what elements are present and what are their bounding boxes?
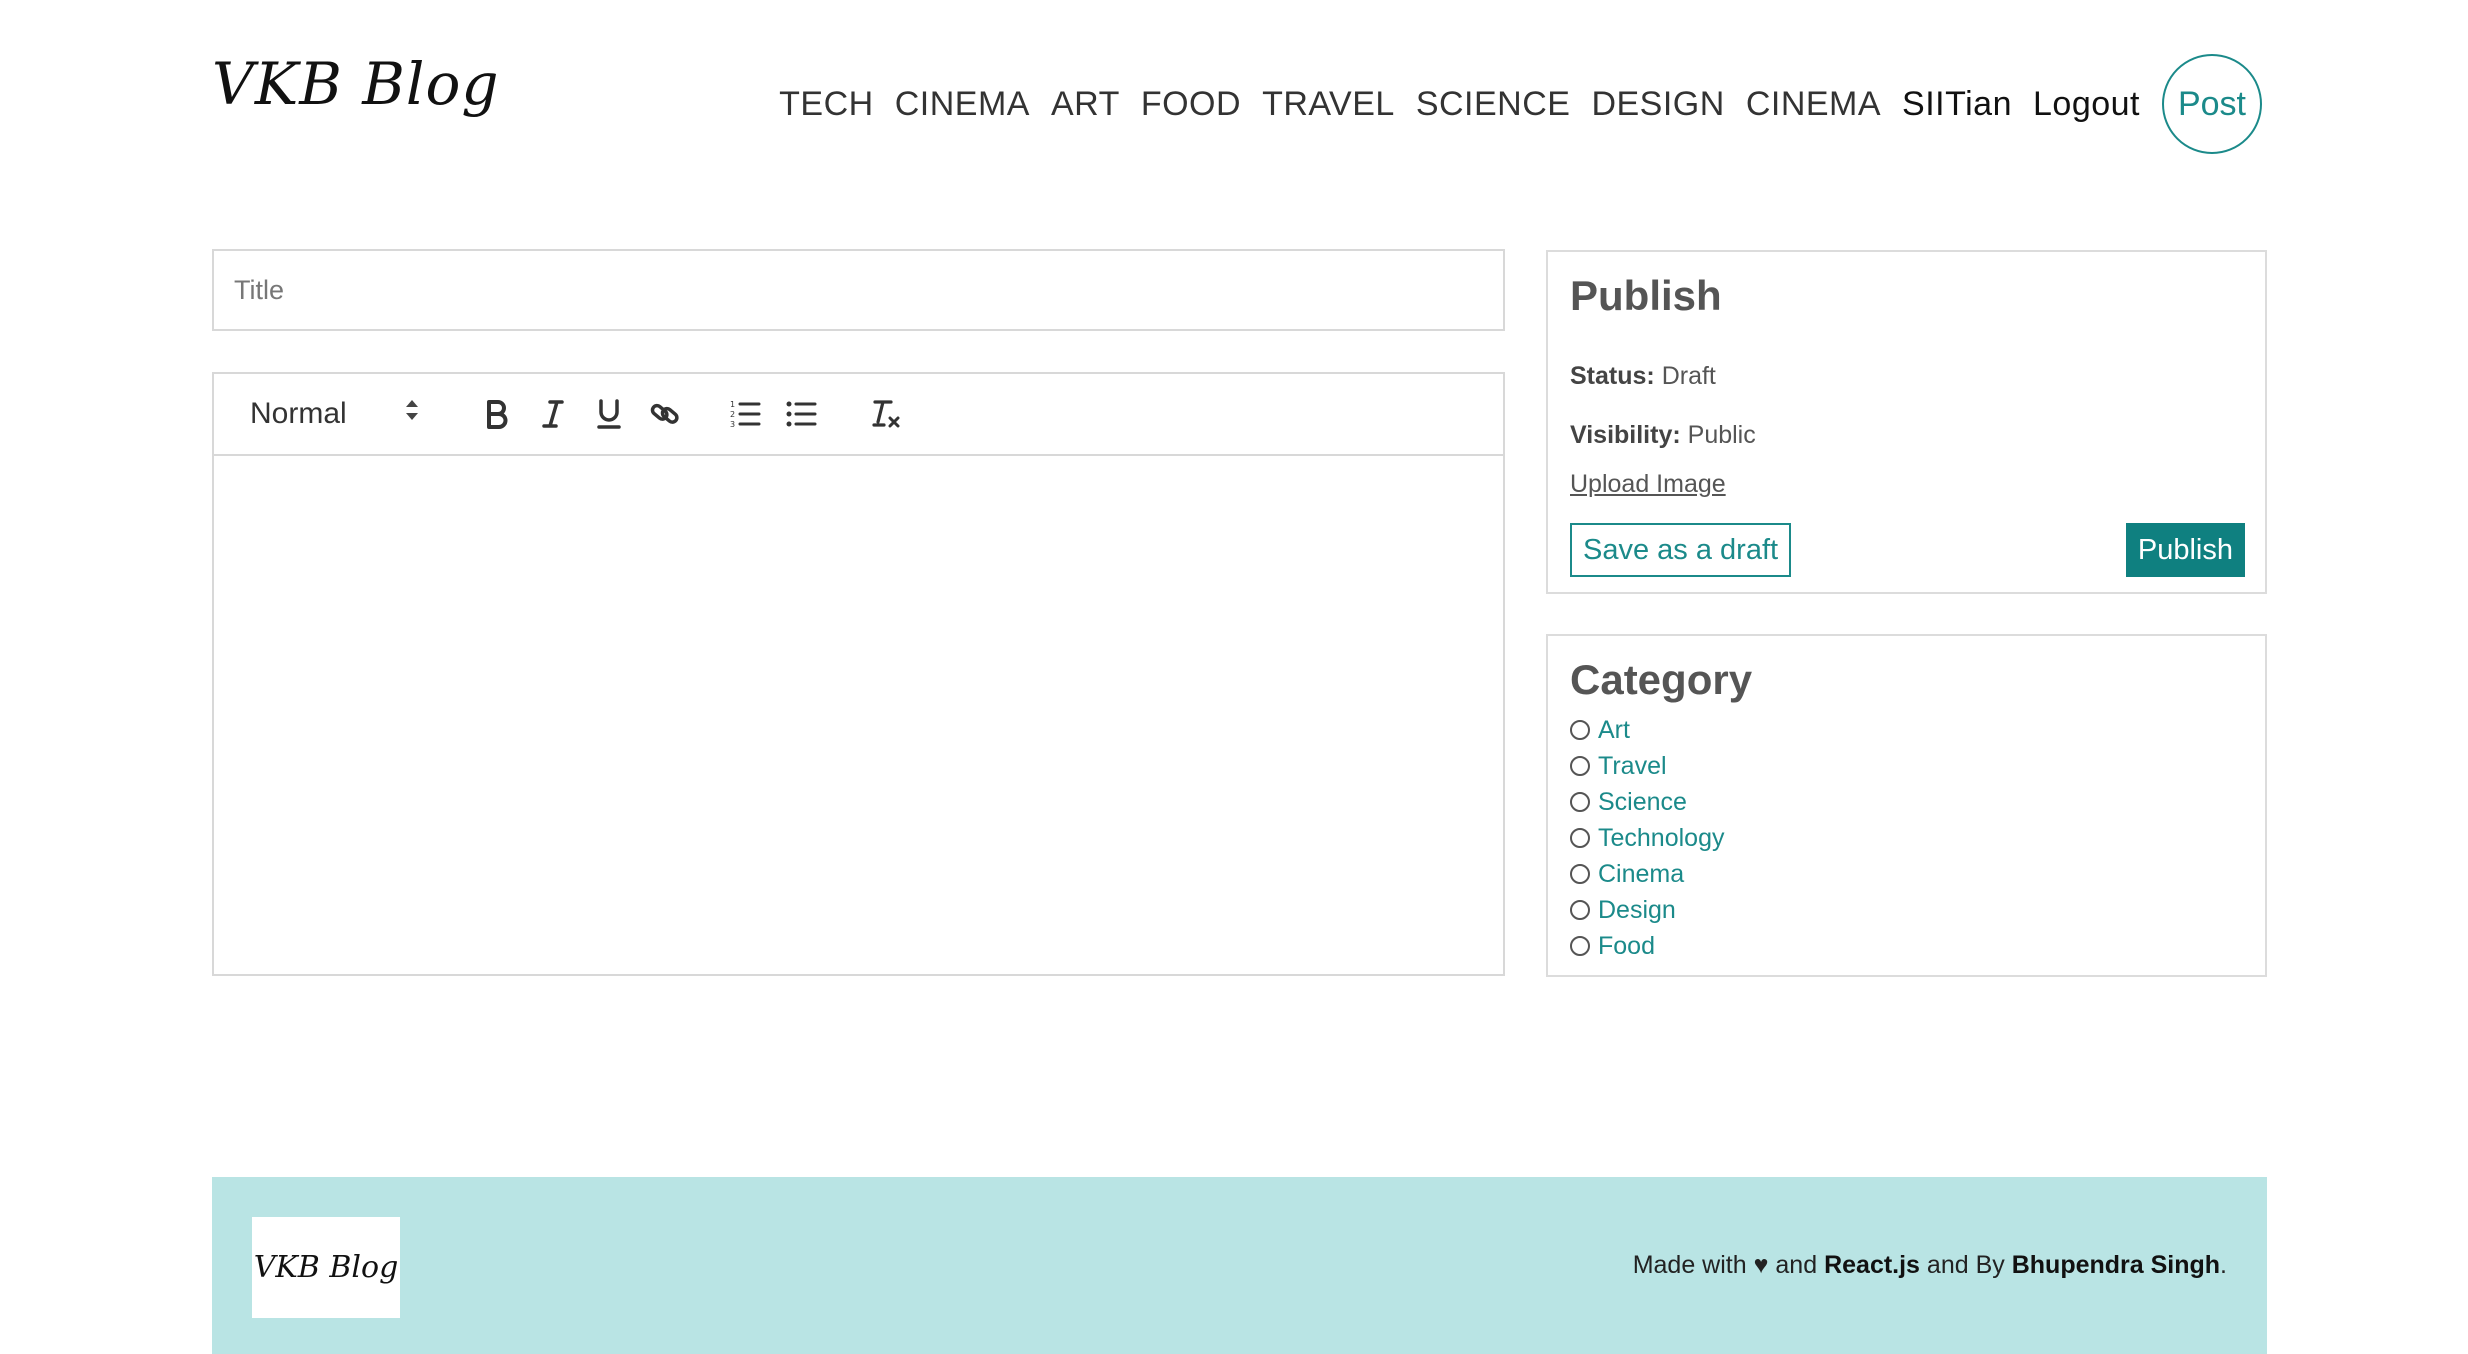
category-option-design[interactable]: Design [1570, 892, 1724, 928]
svg-text:1: 1 [730, 400, 735, 409]
upload-image-link[interactable]: Upload Image [1570, 470, 1726, 499]
bold-icon[interactable] [474, 391, 520, 437]
category-label: Technology [1598, 823, 1725, 852]
nav-link-cinema-2[interactable]: CINEMA [1746, 85, 1881, 124]
nav-link-design[interactable]: DESIGN [1591, 85, 1724, 124]
header-format-value: Normal [250, 397, 347, 430]
visibility-value: Public [1687, 421, 1756, 449]
status-value: Draft [1661, 362, 1716, 390]
visibility-label: Visibility: [1570, 421, 1681, 449]
publish-heading: Publish [1570, 272, 1722, 319]
tech-name: React.js [1824, 1251, 1920, 1279]
ordered-list-icon[interactable]: 123 [722, 391, 768, 437]
radio-button[interactable] [1570, 792, 1590, 812]
save-draft-button[interactable]: Save as a draft [1570, 523, 1792, 577]
svg-text:2: 2 [730, 410, 735, 419]
category-card: Category Art Travel Science Technology C… [1546, 634, 2267, 977]
rich-text-editor: Normal 1 2 3 [212, 372, 1505, 976]
navbar: VKB Blog TECH CINEMA ART FOOD TRAVEL SCI… [212, 0, 2262, 200]
link-icon[interactable] [642, 391, 688, 437]
category-heading: Category [1570, 656, 1753, 703]
nav-link-food[interactable]: FOOD [1141, 85, 1241, 124]
radio-button[interactable] [1570, 828, 1590, 848]
page: VKB Blog TECH CINEMA ART FOOD TRAVEL SCI… [0, 0, 2468, 1354]
footer-logo: VKB Blog [252, 1217, 400, 1318]
nav-user[interactable]: SIITian [1902, 85, 2012, 124]
nav-link-science[interactable]: SCIENCE [1416, 85, 1571, 124]
category-label: Design [1598, 895, 1676, 924]
category-label: Food [1598, 931, 1655, 960]
category-option-art[interactable]: Art [1570, 712, 1724, 748]
nav-link-tech[interactable]: TECH [779, 85, 874, 124]
radio-button[interactable] [1570, 756, 1590, 776]
nav-links: TECH CINEMA ART FOOD TRAVEL SCIENCE DESI… [758, 52, 2262, 156]
category-option-travel[interactable]: Travel [1570, 748, 1724, 784]
visibility-line: Visibility: Public [1570, 421, 1756, 450]
publish-card: Publish Status: Draft Visibility: Public… [1546, 250, 2267, 594]
status-line: Status: Draft [1570, 362, 1716, 391]
category-label: Art [1598, 715, 1630, 744]
editor-body[interactable] [214, 456, 1503, 974]
radio-button[interactable] [1570, 900, 1590, 920]
and-by-text: and By [1926, 1251, 2005, 1279]
category-list: Art Travel Science Technology Cinema Des… [1570, 712, 1724, 964]
category-label: Science [1598, 787, 1687, 816]
category-option-science[interactable]: Science [1570, 784, 1724, 820]
logo[interactable]: VKB Blog [212, 50, 500, 118]
editor-toolbar: Normal 1 2 3 [214, 374, 1503, 456]
italic-icon[interactable] [530, 391, 576, 437]
and-text: and [1775, 1251, 1818, 1279]
nav-link-travel[interactable]: TRAVEL [1262, 85, 1395, 124]
svg-text:3: 3 [730, 420, 735, 429]
title-input[interactable] [212, 249, 1505, 331]
made-with-text: Made with [1632, 1251, 1747, 1279]
radio-button[interactable] [1570, 720, 1590, 740]
post-button[interactable]: Post [2162, 54, 2262, 154]
category-option-technology[interactable]: Technology [1570, 820, 1724, 856]
author-name: Bhupendra Singh [2011, 1251, 2221, 1279]
header-format-select[interactable]: Normal [250, 396, 420, 432]
heart-icon: ♥ [1753, 1251, 1769, 1279]
footer: VKB Blog Made with ♥ and React.js and By… [212, 1177, 2267, 1354]
format-group [474, 391, 688, 437]
list-group: 123 [722, 391, 824, 437]
radio-button[interactable] [1570, 936, 1590, 956]
underline-icon[interactable] [586, 391, 632, 437]
clear-format-icon[interactable] [864, 391, 910, 437]
nav-link-cinema[interactable]: CINEMA [895, 85, 1030, 124]
period: . [2220, 1251, 2227, 1279]
clean-group [864, 391, 910, 437]
radio-button[interactable] [1570, 864, 1590, 884]
updown-arrows-icon [404, 396, 420, 432]
publish-button[interactable]: Publish [2125, 523, 2245, 577]
footer-credits: Made with ♥ and React.js and By Bhupendr… [1633, 1251, 2227, 1280]
category-option-cinema[interactable]: Cinema [1570, 856, 1724, 892]
bullet-list-icon[interactable] [778, 391, 824, 437]
category-label: Travel [1598, 751, 1667, 780]
category-option-food[interactable]: Food [1570, 928, 1724, 964]
category-label: Cinema [1598, 859, 1685, 888]
nav-link-art[interactable]: ART [1051, 85, 1120, 124]
logout-link[interactable]: Logout [2033, 85, 2140, 124]
status-label: Status: [1570, 362, 1655, 390]
